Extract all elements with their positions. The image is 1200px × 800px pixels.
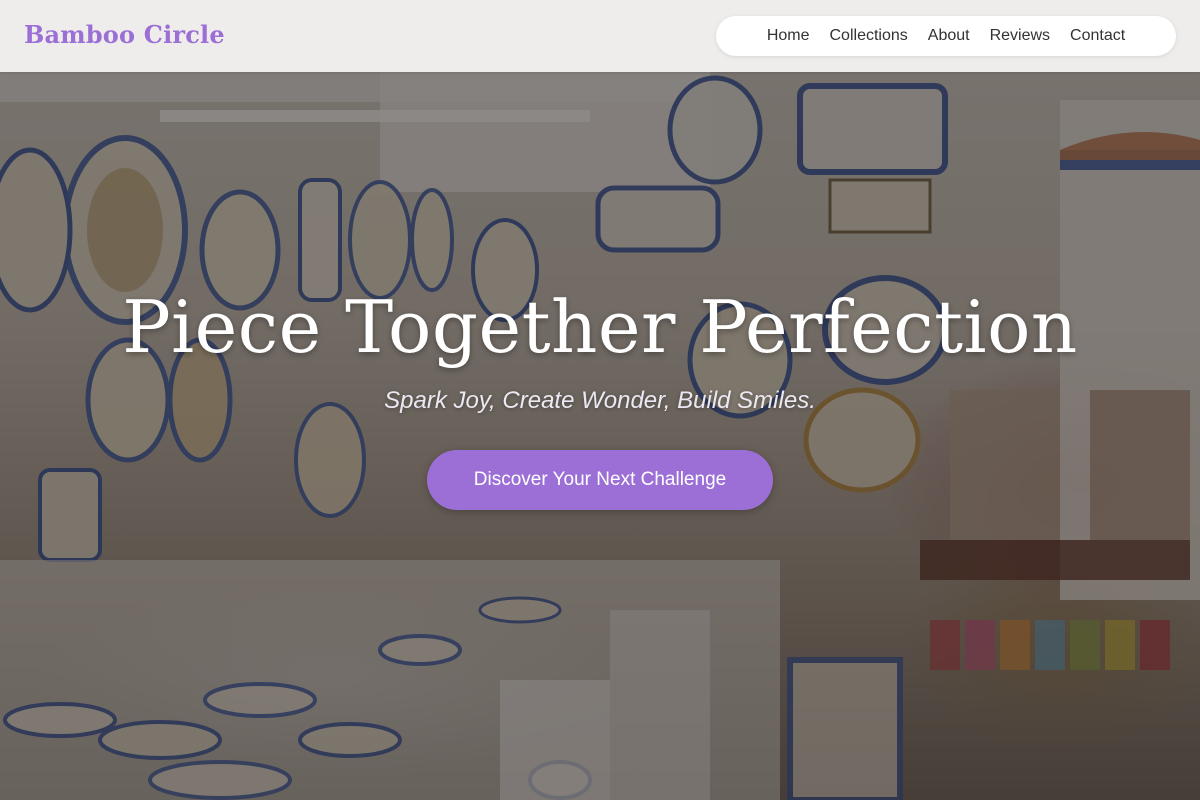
nav-link-reviews[interactable]: Reviews [990,27,1050,45]
page: Bamboo Circle Home Collections About Rev… [0,0,1200,800]
site-header: Bamboo Circle Home Collections About Rev… [0,0,1200,72]
nav-link-about[interactable]: About [928,27,970,45]
hero-section: Piece Together Perfection Spark Joy, Cre… [0,0,1200,800]
hero-subtitle: Spark Joy, Create Wonder, Build Smiles. [384,387,816,414]
discover-cta-button[interactable]: Discover Your Next Challenge [427,450,773,510]
nav-link-contact[interactable]: Contact [1070,27,1125,45]
brand-logo[interactable]: Bamboo Circle [24,20,225,49]
nav-link-collections[interactable]: Collections [830,27,908,45]
nav-link-home[interactable]: Home [767,27,810,45]
hero-title: Piece Together Perfection [122,285,1078,369]
main-nav: Home Collections About Reviews Contact [716,16,1176,56]
